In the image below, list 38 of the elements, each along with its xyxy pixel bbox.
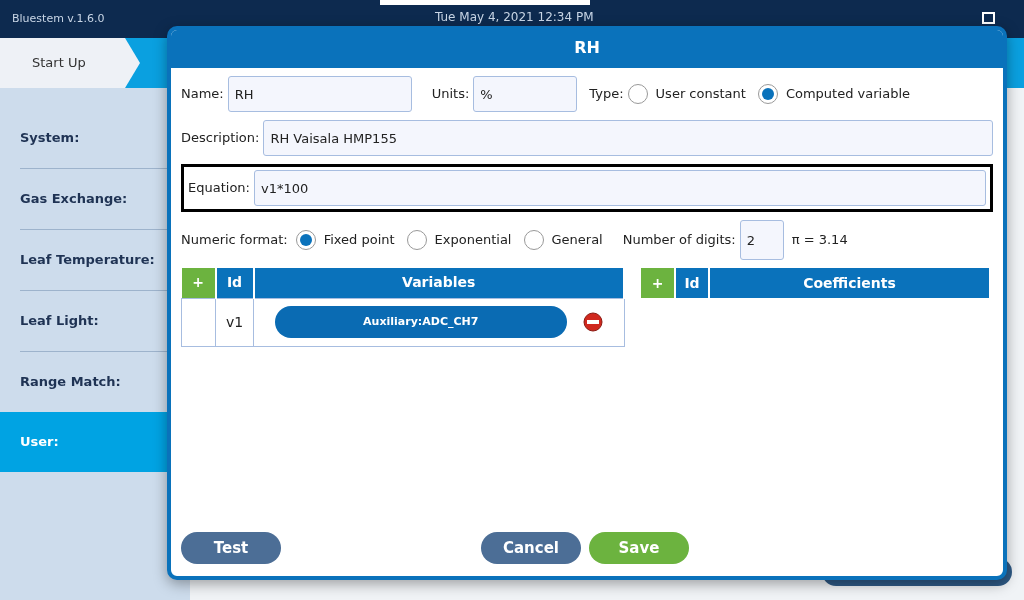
column-header: Id [675, 268, 709, 298]
radio-button[interactable] [523, 230, 544, 250]
units-field[interactable]: % [473, 76, 578, 112]
units-label: Units: [431, 85, 470, 104]
description-field[interactable]: RH Vaisala HMP155 [263, 120, 993, 156]
remove-icon[interactable] [582, 312, 603, 332]
dialog-button[interactable]: Cancel [481, 532, 581, 564]
radio-label: Exponential [434, 231, 512, 250]
pi-preview: π = 3.14 [791, 231, 848, 250]
table-cell [181, 298, 216, 346]
radio-button[interactable] [295, 230, 316, 250]
description-label: Description: [181, 129, 260, 148]
digits-field[interactable]: 2 [739, 220, 784, 260]
column-header: Id [215, 268, 254, 298]
column-header: Coefficients [709, 268, 990, 298]
equation-label: Equation: [188, 179, 250, 198]
equation-field[interactable]: v1*100 [253, 170, 986, 206]
dialog-button[interactable]: Test [181, 532, 281, 564]
digits-label: Number of digits: [622, 231, 736, 250]
radio-button[interactable] [757, 84, 778, 104]
column-header: Variables [253, 268, 624, 298]
date-time: Tue May 4, 2021 12:34 PM [435, 9, 594, 26]
app-version: Bluestem v.1.6.0 [12, 10, 105, 27]
radio-label: Computed variable [785, 85, 910, 104]
radio-button[interactable] [406, 230, 427, 250]
type-label: Type: [589, 85, 624, 104]
radio-label: User constant [655, 85, 746, 104]
table-cell: v1 [215, 298, 254, 346]
radio-label: Fixed point [323, 231, 395, 250]
breadcrumb-tab[interactable]: Start Up [0, 38, 140, 88]
dialog-title: RH [171, 30, 1003, 68]
name-field[interactable]: RH [227, 76, 412, 112]
numeric-format-label: Numeric format: [181, 231, 288, 250]
variable-source-button[interactable]: Auxiliary:ADC_CH7 [274, 306, 567, 338]
name-label: Name: [181, 85, 224, 104]
radio-label: General [551, 231, 603, 250]
window-icon[interactable] [982, 12, 995, 24]
radio-button[interactable] [627, 84, 648, 104]
